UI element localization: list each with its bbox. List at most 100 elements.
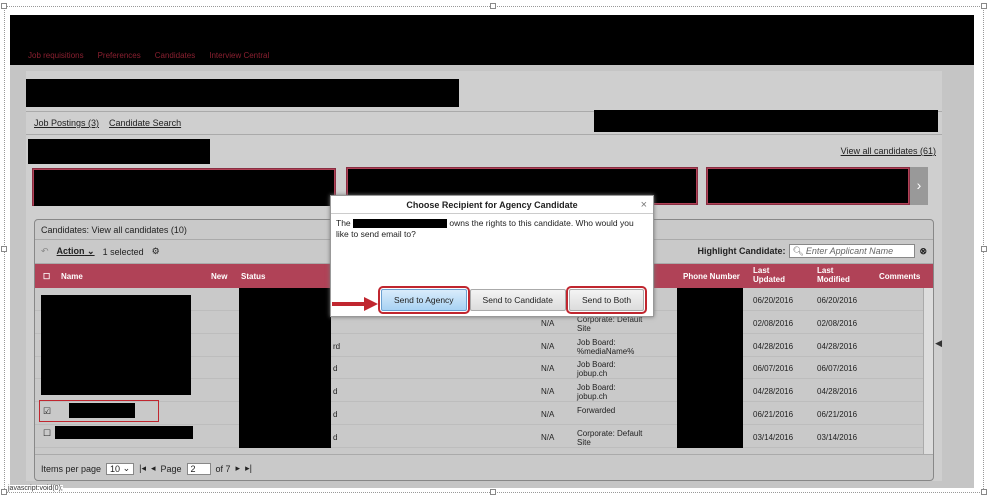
- redacted-agency-name: [353, 219, 448, 229]
- page-label: Page: [160, 463, 182, 474]
- status-bar: javascript:void(0);: [8, 485, 63, 492]
- col-last-modified[interactable]: Last Modified: [817, 266, 857, 284]
- row-na: N/A: [541, 364, 555, 374]
- nav-job-requisitions[interactable]: Job requisitions: [28, 51, 84, 65]
- row-source: Job Board: %mediaName%: [577, 337, 635, 356]
- send-to-both-button[interactable]: Send to Both: [565, 286, 648, 314]
- highlight-label: Highlight Candidate:: [697, 246, 786, 256]
- send-to-agency-button[interactable]: Send to Agency: [378, 286, 470, 314]
- dialog-buttons: Send to Agency Send to Candidate Send to…: [378, 286, 648, 314]
- next-chevron-icon[interactable]: ›: [910, 167, 928, 205]
- redacted-block: [594, 110, 938, 132]
- row-last-updated: 06/07/2016: [753, 364, 794, 374]
- row-source: Forwarded: [577, 406, 616, 415]
- first-page-icon[interactable]: |◂: [139, 463, 146, 474]
- row-last-modified: 06/21/2016: [817, 410, 858, 419]
- col-comments[interactable]: Comments: [879, 272, 920, 281]
- highlight-input[interactable]: 🔍︎ Enter Applicant Name: [789, 244, 916, 258]
- redacted-block: [34, 170, 334, 206]
- highlight-placeholder: Enter Applicant Name: [805, 246, 894, 256]
- items-per-page-select[interactable]: 10 ⌄: [106, 462, 135, 475]
- resize-handle[interactable]: [490, 489, 496, 495]
- job-postings-link[interactable]: Job Postings (3): [34, 118, 99, 128]
- items-per-page-value: 10: [110, 463, 121, 474]
- row-status-suffix: d: [333, 410, 338, 419]
- resize-handle[interactable]: [1, 246, 7, 252]
- row-last-modified: 06/20/2016: [817, 296, 858, 305]
- nav-preferences[interactable]: Preferences: [98, 51, 141, 65]
- row-na: N/A: [541, 387, 555, 397]
- search-icon: 🔍︎: [792, 245, 804, 256]
- redacted-title: [26, 79, 459, 107]
- row-last-updated: 06/20/2016: [753, 296, 794, 305]
- table-row[interactable]: d N/A Forwarded 06/21/2016 06/21/2016: [35, 402, 933, 425]
- redacted-block: [41, 295, 191, 395]
- row-source: Corporate: Default Site: [577, 428, 643, 447]
- row-last-modified: 04/28/2016: [817, 341, 858, 351]
- action-menu[interactable]: Action ⌄: [57, 246, 95, 257]
- row-na: N/A: [541, 432, 555, 442]
- row-status-suffix: d: [333, 432, 338, 442]
- col-new[interactable]: New: [211, 272, 227, 281]
- select-all-checkbox[interactable]: ☐: [43, 272, 50, 281]
- dialog-title: Choose Recipient for Agency Candidate: [331, 196, 653, 214]
- resize-handle[interactable]: [490, 3, 496, 9]
- row-last-modified: 04/28/2016: [817, 387, 858, 397]
- resize-handle[interactable]: [1, 489, 7, 495]
- grid-footer: Items per page 10 ⌄ |◂ ◂ Page 2 of 7 ▸ ▸…: [35, 454, 933, 480]
- resize-handle[interactable]: [981, 3, 987, 9]
- items-per-page-label: Items per page: [41, 463, 102, 474]
- selected-count: 1 selected: [102, 246, 144, 257]
- row-last-updated: 04/28/2016: [753, 387, 794, 397]
- row-checkbox[interactable]: ☐: [43, 428, 51, 439]
- row-status-suffix: d: [333, 387, 338, 397]
- row-last-updated: 03/14/2016: [753, 432, 794, 442]
- dialog-body: The owns the rights to this candidate. W…: [331, 214, 653, 286]
- col-status[interactable]: Status: [241, 272, 265, 281]
- last-page-icon[interactable]: ▸|: [245, 463, 252, 474]
- redacted-block: [677, 288, 743, 448]
- redacted-block: [28, 139, 210, 164]
- body-prefix: The: [336, 218, 351, 228]
- side-arrow-icon[interactable]: ◀: [935, 338, 942, 349]
- gears-icon[interactable]: ⚙: [152, 246, 160, 257]
- row-source: Job Board: jobup.ch: [577, 383, 616, 402]
- view-all-candidates-link[interactable]: View all candidates (61): [841, 146, 936, 156]
- redacted-block: [55, 426, 193, 439]
- row-status-suffix: rd: [333, 341, 341, 351]
- clear-icon[interactable]: ⊗: [919, 246, 927, 257]
- candidate-search-link[interactable]: Candidate Search: [109, 118, 181, 128]
- send-to-candidate-button[interactable]: Send to Candidate: [469, 289, 566, 311]
- red-arrow-icon: [332, 297, 378, 311]
- page-input[interactable]: 2: [186, 462, 211, 475]
- row-checkbox-checked[interactable]: ☑: [43, 406, 51, 417]
- row-last-updated: 04/28/2016: [753, 341, 794, 351]
- vertical-scrollbar[interactable]: [923, 288, 933, 454]
- nav-interview-central[interactable]: Interview Central: [209, 51, 269, 65]
- close-icon[interactable]: ×: [641, 199, 647, 211]
- col-last-updated[interactable]: Last Updated: [753, 266, 793, 284]
- row-na: N/A: [541, 341, 555, 351]
- row-last-updated: 02/08/2016: [753, 318, 794, 328]
- nav-candidates[interactable]: Candidates: [155, 51, 195, 65]
- main-nav: Job requisitions Preferences Candidates …: [10, 51, 269, 65]
- col-phone[interactable]: Phone Number: [683, 272, 740, 281]
- row-na: N/A: [541, 410, 555, 419]
- resize-handle[interactable]: [981, 489, 987, 495]
- resize-handle[interactable]: [981, 246, 987, 252]
- row-last-modified: 03/14/2016: [817, 432, 858, 442]
- prev-page-icon[interactable]: ◂: [151, 463, 156, 474]
- page-of-label: of 7: [215, 463, 231, 474]
- undo-icon[interactable]: ↶: [41, 246, 49, 257]
- row-na: N/A: [541, 318, 555, 328]
- row-last-modified: 06/07/2016: [817, 364, 858, 374]
- redacted-block: [708, 169, 908, 203]
- row-status-suffix: d: [333, 364, 338, 374]
- redacted-block: [69, 403, 135, 418]
- redacted-block: [239, 288, 331, 448]
- col-name[interactable]: Name: [61, 272, 83, 281]
- row-last-modified: 02/08/2016: [817, 318, 858, 328]
- next-page-icon[interactable]: ▸: [236, 463, 241, 474]
- row-source: Corporate: Default Site: [577, 314, 643, 333]
- resize-handle[interactable]: [1, 3, 7, 9]
